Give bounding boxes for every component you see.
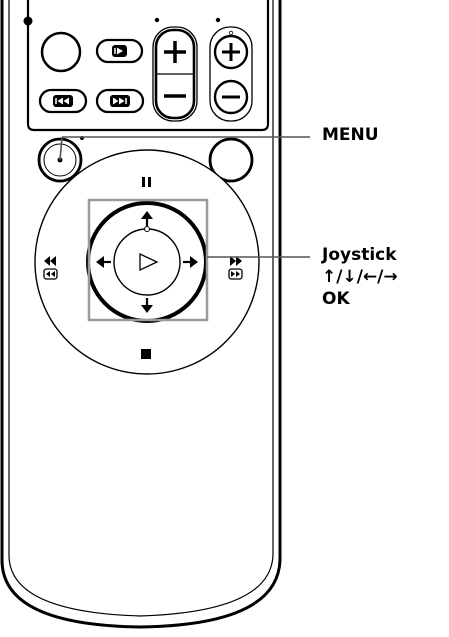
indicator-dot <box>228 30 234 36</box>
indicator-dot <box>154 17 160 23</box>
remote-control-diagram <box>0 0 310 629</box>
joystick[interactable] <box>86 201 208 323</box>
stop-icon[interactable] <box>141 349 151 359</box>
joystick-callout-label: Joystick <box>322 245 397 265</box>
next-button[interactable] <box>95 88 145 114</box>
rocker-left[interactable] <box>152 26 198 122</box>
indicator-dot <box>23 16 33 26</box>
round-button[interactable] <box>40 31 82 73</box>
indicator-dot <box>215 17 221 23</box>
previous-button[interactable] <box>38 88 88 114</box>
menu-callout-label: MENU <box>322 125 379 145</box>
joystick-directions-label: ↑/↓/←/→ <box>322 267 398 287</box>
joystick-ok-label: OK <box>322 289 350 309</box>
rocker-right[interactable] <box>209 26 253 122</box>
slow-play-button[interactable] <box>95 38 144 64</box>
